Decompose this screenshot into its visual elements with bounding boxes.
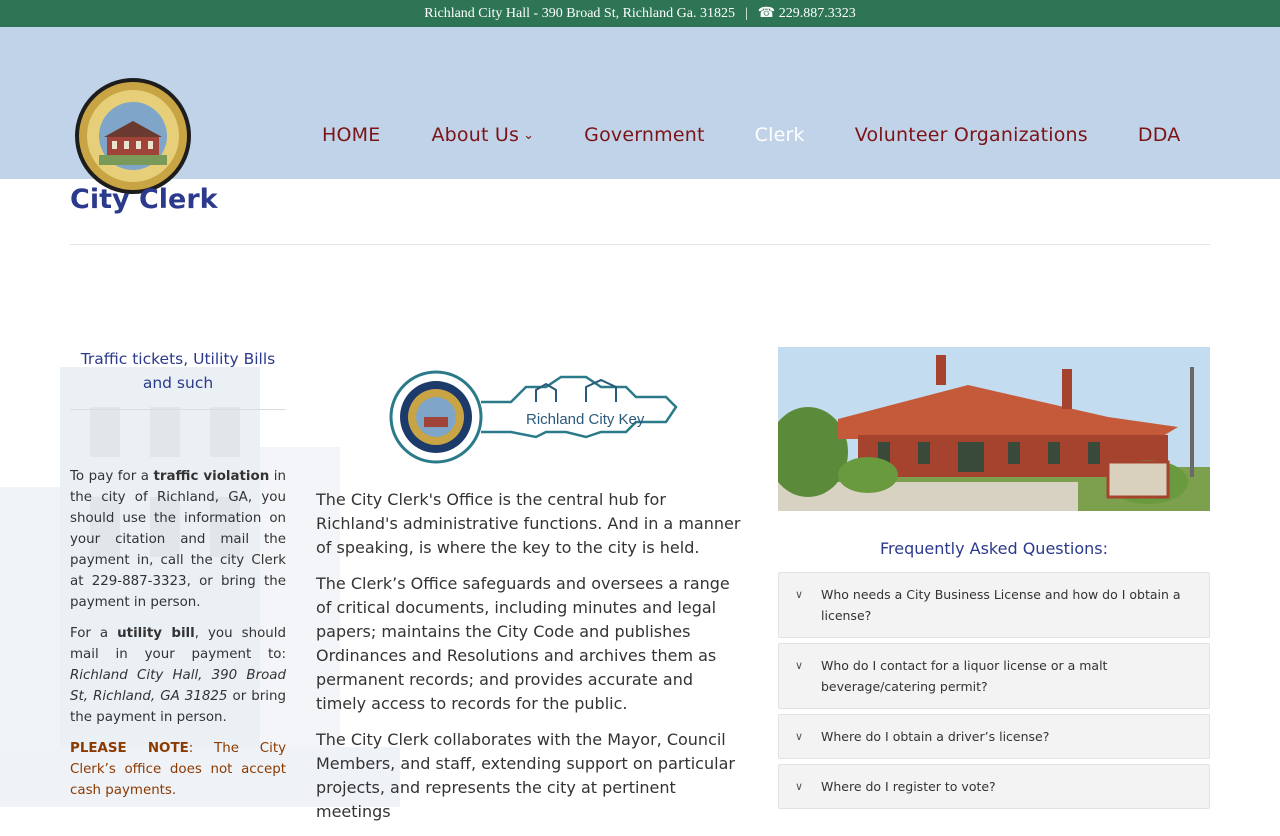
faq-item-drivers-license[interactable]: ∨ Where do I obtain a driver’s license? xyxy=(778,714,1210,759)
nav-volunteer-organizations[interactable]: Volunteer Organizations xyxy=(855,124,1088,146)
chevron-down-icon: ⌄ xyxy=(523,128,535,143)
middle-column: Richland City Key The City Clerk's Offic… xyxy=(316,362,746,836)
key-logo-text: Richland City Key xyxy=(526,411,645,428)
city-hall-photo xyxy=(778,347,1210,511)
title-divider xyxy=(70,244,1210,245)
faq-item-business-license[interactable]: ∨ Who needs a City Business License and … xyxy=(778,572,1210,638)
right-column: Frequently Asked Questions: ∨ Who needs … xyxy=(778,347,1210,814)
nav-home[interactable]: HOME xyxy=(322,124,380,146)
address-text: Richland City Hall - 390 Broad St, Richl… xyxy=(424,5,735,21)
site-header: HOME About Us ⌄ Government Clerk Voluntee… xyxy=(0,27,1280,194)
phone-text[interactable]: ☎ 229.887.3323 xyxy=(758,5,856,22)
left-section-heading: Traffic tickets, Utility Bills and such xyxy=(70,347,286,410)
separator: | xyxy=(744,5,748,21)
left-column: Traffic tickets, Utility Bills and such … xyxy=(0,347,400,811)
nav-government[interactable]: Government xyxy=(584,124,705,146)
faq-heading: Frequently Asked Questions: xyxy=(879,539,1108,558)
faq-item-liquor-license[interactable]: ∨ Who do I contact for a liquor license … xyxy=(778,643,1210,709)
page-title: City Clerk xyxy=(70,184,218,215)
utility-bill-paragraph: For a utility bill, you should mail in y… xyxy=(70,626,286,725)
nav-clerk[interactable]: Clerk xyxy=(755,124,805,146)
main-nav: HOME About Us ⌄ Government Clerk Voluntee… xyxy=(322,124,1180,146)
top-info-bar: Richland City Hall - 390 Broad St, Richl… xyxy=(0,0,1280,27)
traffic-violation-paragraph: To pay for a traffic violation in the ci… xyxy=(70,469,286,610)
faq-item-register-to-vote[interactable]: ∨ Where do I register to vote? xyxy=(778,764,1210,809)
chevron-down-icon: ∨ xyxy=(795,659,804,672)
clerk-collaboration-paragraph: The City Clerk collaborates with the May… xyxy=(316,730,735,821)
clerk-duties-paragraph: The Clerk’s Office safeguards and overse… xyxy=(316,574,730,713)
nav-dda[interactable]: DDA xyxy=(1138,124,1181,146)
richland-city-key-logo: Richland City Key xyxy=(389,370,678,464)
chevron-down-icon: ∨ xyxy=(795,730,804,743)
nav-about-us[interactable]: About Us ⌄ xyxy=(431,124,534,146)
chevron-down-icon: ∨ xyxy=(795,780,804,793)
faq-question: Where do I register to vote? xyxy=(821,779,996,794)
chevron-down-icon: ∨ xyxy=(795,588,804,601)
city-seal-logo[interactable] xyxy=(74,77,192,195)
clerk-intro-paragraph: The City Clerk's Office is the central h… xyxy=(316,490,741,557)
payment-note: PLEASE NOTE: The City Clerk’s office doe… xyxy=(70,741,286,798)
faq-question: Who needs a City Business License and ho… xyxy=(821,587,1181,623)
faq-question: Where do I obtain a driver’s license? xyxy=(821,729,1050,744)
faq-question: Who do I contact for a liquor license or… xyxy=(821,658,1108,694)
